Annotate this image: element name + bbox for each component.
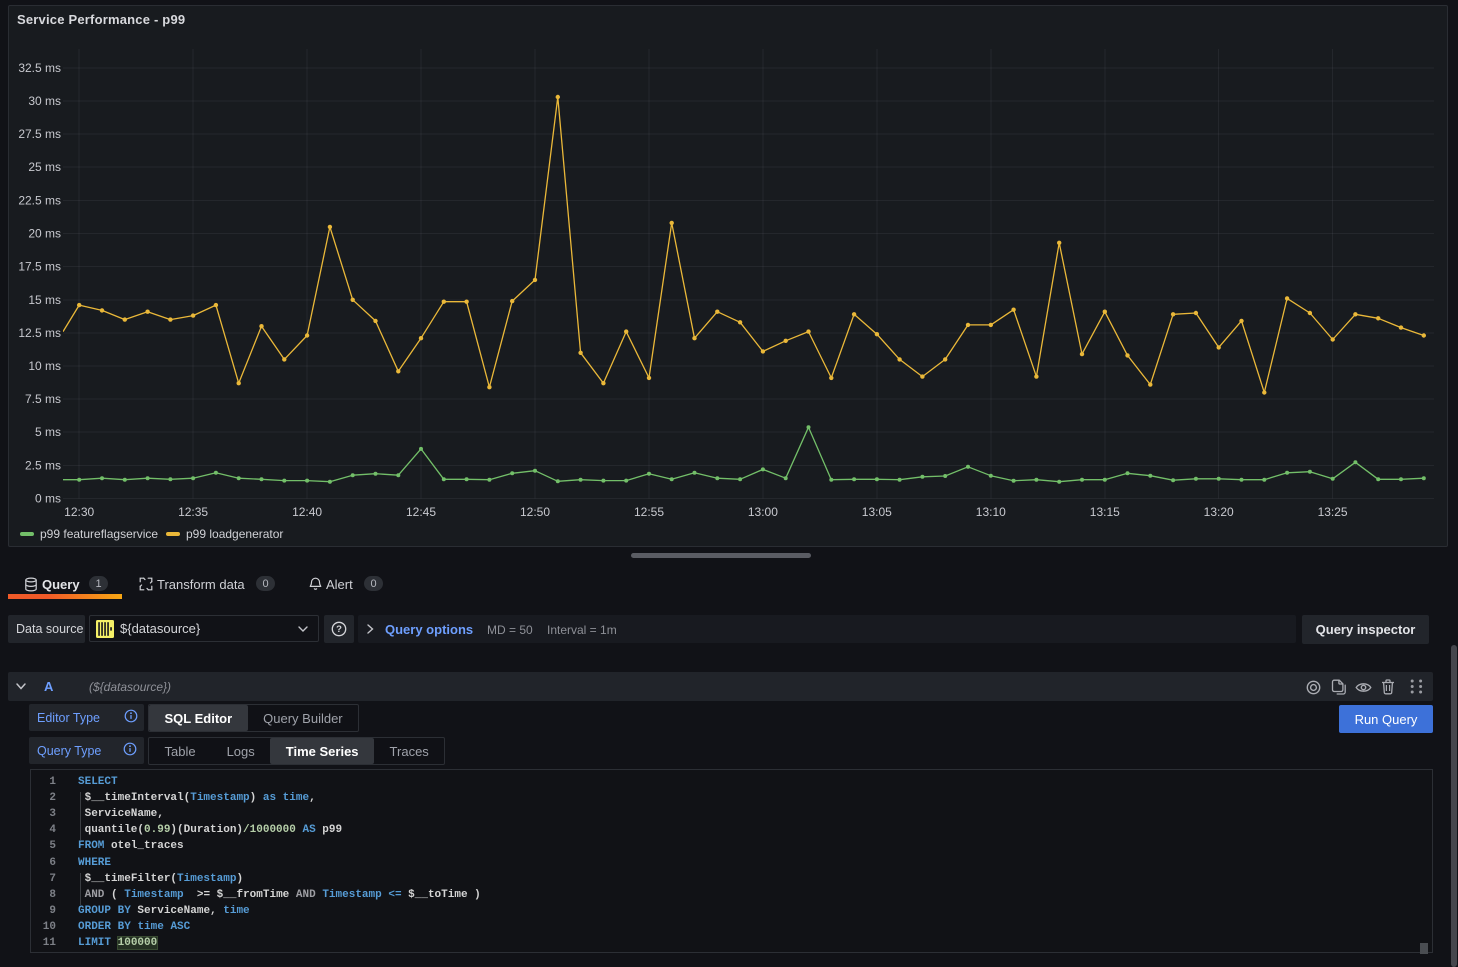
svg-text:13:15: 13:15 (1090, 505, 1120, 519)
svg-text:7.5 ms: 7.5 ms (25, 392, 61, 406)
svg-text:5 ms: 5 ms (35, 425, 61, 439)
svg-text:12:55: 12:55 (634, 505, 664, 519)
svg-text:15 ms: 15 ms (28, 293, 61, 307)
svg-text:30 ms: 30 ms (28, 94, 61, 108)
svg-text:13:25: 13:25 (1318, 505, 1348, 519)
svg-text:10 ms: 10 ms (28, 359, 61, 373)
svg-text:32.5 ms: 32.5 ms (18, 61, 61, 75)
svg-text:13:20: 13:20 (1204, 505, 1234, 519)
svg-text:20 ms: 20 ms (28, 227, 61, 241)
svg-text:2.5 ms: 2.5 ms (25, 458, 61, 472)
svg-text:25 ms: 25 ms (28, 160, 61, 174)
svg-text:13:00: 13:00 (748, 505, 778, 519)
svg-text:13:10: 13:10 (976, 505, 1006, 519)
svg-text:?: ? (336, 624, 342, 635)
svg-text:0 ms: 0 ms (35, 492, 61, 506)
svg-text:17.5 ms: 17.5 ms (18, 260, 61, 274)
svg-text:12:45: 12:45 (406, 505, 436, 519)
svg-text:12:35: 12:35 (178, 505, 208, 519)
svg-text:12:40: 12:40 (292, 505, 322, 519)
svg-text:12.5 ms: 12.5 ms (18, 326, 61, 340)
svg-text:27.5 ms: 27.5 ms (18, 127, 61, 141)
svg-text:22.5 ms: 22.5 ms (18, 193, 61, 207)
svg-text:12:50: 12:50 (520, 505, 550, 519)
svg-text:13:05: 13:05 (862, 505, 892, 519)
svg-text:12:30: 12:30 (64, 505, 94, 519)
